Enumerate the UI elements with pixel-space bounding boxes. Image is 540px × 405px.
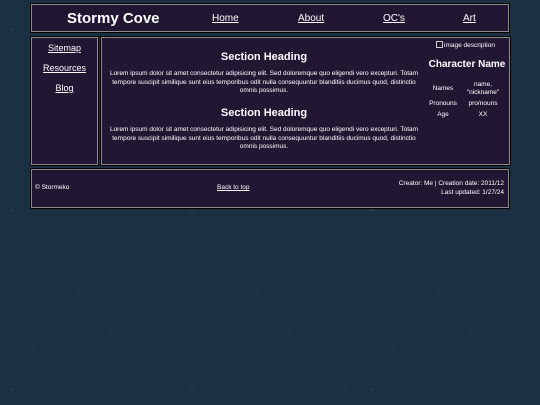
nav-link-ocs[interactable]: OC's (383, 13, 405, 24)
site-title: Stormy Cove (67, 10, 160, 27)
nav-link-art[interactable]: Art (463, 13, 476, 24)
section-heading: Section Heading (220, 51, 308, 63)
footer-meta: Creator: Me | Creation date: 2011/12 Las… (399, 179, 504, 197)
info-label-pronouns: Pronouns (429, 100, 457, 107)
section-body: Lorem ipsum dolor sit amet consectetur a… (109, 126, 419, 150)
sidebar-link-blog[interactable]: Blog (32, 83, 97, 93)
last-updated-line: Last updated: 1/27/24 (441, 189, 504, 196)
site-header: Stormy Cove Home About OC's Art (30, 3, 510, 33)
info-value-names: name, "nickname" (466, 81, 500, 96)
broken-image-icon (436, 41, 443, 48)
character-name: Character Name (428, 59, 506, 70)
info-value-pronouns: pro/nouns (468, 100, 498, 107)
site-footer: © Stormeko Back to top Creator: Me | Cre… (30, 168, 510, 209)
copyright-text: © Stormeko (35, 184, 70, 191)
info-label-age: Age (437, 111, 449, 118)
sidebar: Sitemap Resources Blog (30, 36, 99, 166)
character-image-alt: image description (444, 42, 495, 49)
section-body: Lorem ipsum dolor sit amet consectetur a… (109, 70, 419, 94)
sidebar-link-sitemap[interactable]: Sitemap (32, 43, 97, 53)
sidebar-link-resources[interactable]: Resources (32, 63, 97, 73)
nav-link-home[interactable]: Home (212, 13, 239, 24)
character-image: image description (436, 41, 495, 49)
back-to-top-link[interactable]: Back to top (217, 184, 250, 191)
info-label-names: Names (432, 85, 454, 92)
section-heading: Section Heading (220, 107, 308, 119)
creator-line: Creator: Me | Creation date: 2011/12 (398, 180, 504, 187)
nav-link-about[interactable]: About (298, 13, 324, 24)
info-value-age: XX (478, 111, 488, 118)
main-content: Section Heading Lorem ipsum dolor sit am… (100, 36, 511, 166)
